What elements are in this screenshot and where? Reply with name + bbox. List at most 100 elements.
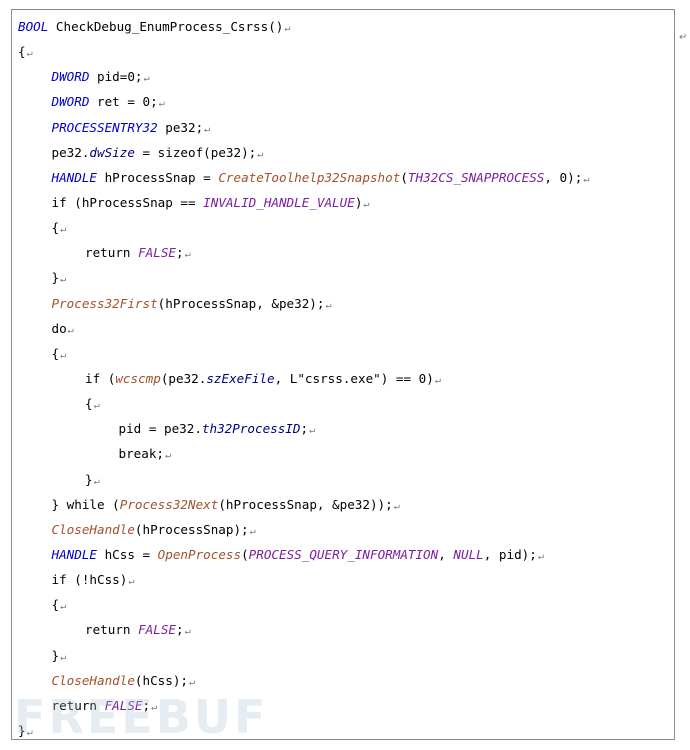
code-token: do — [51, 320, 67, 336]
code-token: NULL — [453, 546, 484, 562]
code-token: , — [438, 546, 454, 562]
code-token: ; — [176, 245, 184, 261]
code-token: PROCESSENTRY32 — [51, 119, 158, 135]
code-token: ret = 0; — [89, 94, 158, 110]
code-token: ; — [300, 421, 309, 437]
code-token: hCss = — [97, 546, 158, 562]
paragraph-mark: ↵ — [60, 601, 67, 613]
code-token: TH32CS_SNAPPROCESS — [407, 169, 545, 185]
code-token: ( — [400, 169, 408, 185]
code-token: ) — [354, 194, 363, 210]
paragraph-mark: ↵ — [184, 249, 191, 261]
code-token: return — [85, 245, 139, 261]
code-line: BOOL CheckDebug_EnumProcess_Csrss()↵ — [18, 14, 670, 39]
code-token: th32ProcessID — [201, 421, 301, 437]
code-token: (hCss); — [134, 672, 188, 688]
code-token: (hProcessSnap); — [134, 521, 249, 537]
code-token: HANDLE — [51, 169, 98, 185]
paragraph-mark: ↵ — [537, 550, 544, 562]
code-token: BOOL — [18, 19, 49, 34]
paragraph-mark: ↵ — [325, 299, 332, 311]
code-token: Process32First — [51, 295, 158, 311]
code-token: return — [85, 622, 139, 638]
code-token: OpenProcess — [157, 546, 242, 562]
paragraph-mark: ↵ — [60, 274, 67, 286]
code-token: CreateToolhelp32Snapshot — [218, 169, 401, 185]
code-line: HANDLE hCss = OpenProcess(PROCESS_QUERY_… — [18, 542, 670, 567]
code-token: (hProcessSnap, &pe32); — [157, 295, 325, 311]
paragraph-mark: ↵ — [93, 475, 100, 487]
code-token: } — [51, 270, 60, 286]
code-block: BOOL CheckDebug_EnumProcess_Csrss()↵ {↵ DW… — [11, 9, 675, 740]
paragraph-mark: ↵ — [128, 576, 135, 588]
code-line: {↵ — [18, 39, 670, 64]
code-token: if (!hCss) — [51, 572, 128, 588]
paragraph-mark: ↵ — [204, 123, 211, 135]
code-token: ) == 0) — [380, 370, 434, 386]
code-token: { — [51, 597, 60, 613]
paragraph-mark: ↵ — [165, 450, 172, 462]
code-token: } — [51, 647, 60, 663]
paragraph-mark: ↵ — [257, 148, 264, 160]
code-token: { — [51, 220, 60, 236]
code-token: if (hProcessSnap == — [51, 194, 204, 210]
code-token: hProcessSnap = — [97, 169, 219, 185]
code-token: } — [85, 471, 93, 487]
code-token: ( — [241, 546, 249, 562]
paragraph-mark: ↵ — [60, 349, 67, 361]
paragraph-mark: ↵ — [284, 23, 291, 34]
code-line: DWORD ret = 0;↵ — [18, 89, 670, 114]
code-token: pid=0; — [89, 69, 143, 85]
code-token: szExeFile — [206, 370, 275, 386]
code-line: if (hProcessSnap == INVALID_HANDLE_VALUE… — [18, 190, 670, 215]
code-token: PROCESS_QUERY_INFORMATION — [248, 546, 439, 562]
code-token: INVALID_HANDLE_VALUE — [203, 194, 355, 210]
code-token: { — [85, 396, 93, 412]
paragraph-mark: ↵ — [60, 224, 67, 236]
code-line: Process32First(hProcessSnap, &pe32);↵ — [18, 291, 670, 316]
paragraph-mark: ↵ — [393, 500, 400, 512]
code-token: , 0); — [544, 169, 583, 185]
code-line: {↵ — [18, 341, 670, 366]
code-token: pid = pe32. — [118, 421, 202, 437]
paragraph-mark: ↵ — [158, 98, 165, 110]
code-line: if (!hCss)↵ — [18, 567, 670, 592]
code-line: PROCESSENTRY32 pe32;↵ — [18, 115, 670, 140]
code-token: ; — [176, 622, 184, 638]
code-token: FALSE — [138, 622, 176, 638]
code-token: , L — [274, 370, 298, 386]
code-line: return FALSE;↵ — [18, 240, 670, 265]
paragraph-mark: ↵ — [143, 73, 150, 85]
code-line: } while (Process32Next(hProcessSnap, &pe… — [18, 492, 670, 517]
paragraph-mark: ↵ — [583, 173, 590, 185]
code-token: DWORD — [51, 69, 90, 85]
code-token: CloseHandle — [51, 672, 135, 688]
code-token: , pid); — [483, 546, 537, 562]
paragraph-mark: ↵ — [188, 676, 196, 688]
code-token: HANDLE — [51, 546, 98, 562]
code-token: CheckDebug_EnumProcess_Csrss() — [48, 19, 284, 34]
code-token: FALSE — [138, 245, 176, 261]
code-line: return FALSE;↵ — [18, 617, 670, 642]
code-line: if (wcscmp(pe32.szExeFile, L"csrss.exe")… — [18, 366, 670, 391]
code-token: { — [51, 345, 60, 361]
code-token: { — [18, 44, 26, 60]
code-token: pe32. — [51, 144, 90, 160]
code-line: pe32.dwSize = sizeof(pe32);↵ — [18, 140, 670, 165]
paragraph-mark: ↵ — [184, 626, 191, 638]
code-token: (hProcessSnap, &pe32)); — [218, 496, 393, 512]
code-token: break; — [118, 446, 165, 462]
code-line: {↵ — [18, 391, 670, 416]
code-listing: BOOL CheckDebug_EnumProcess_Csrss()↵ {↵ DW… — [18, 14, 670, 743]
code-line: }↵ — [18, 467, 670, 492]
code-line: }↵ — [18, 643, 670, 668]
code-token: DWORD — [51, 94, 90, 110]
code-line: }↵ — [18, 265, 670, 290]
watermark-logo: FREEBUF — [14, 690, 269, 744]
code-token: pe32; — [157, 119, 204, 135]
code-line: pid = pe32.th32ProcessID;↵ — [18, 416, 670, 441]
code-token: wcscmp — [115, 370, 161, 386]
paragraph-mark: ↵ — [679, 32, 688, 43]
paragraph-mark: ↵ — [249, 525, 256, 537]
code-token: Process32Next — [119, 496, 219, 512]
